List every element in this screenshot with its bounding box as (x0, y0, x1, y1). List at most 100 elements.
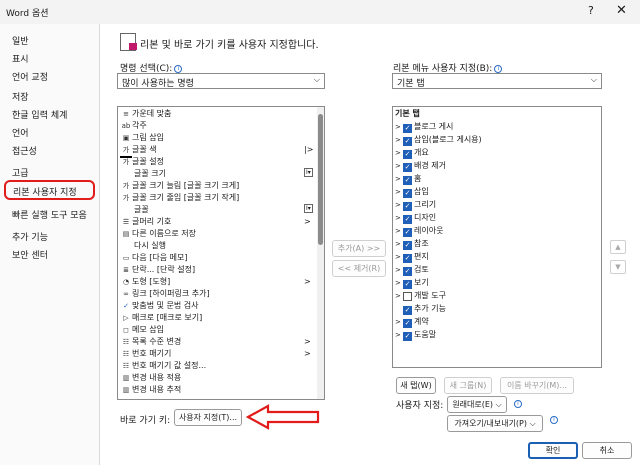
footnote-icon: ab (121, 122, 131, 130)
customize-shortcut-button[interactable]: 사용자 지정(T)... (174, 409, 242, 426)
checkbox-checked-icon[interactable]: ✓ (403, 150, 412, 159)
new-group-button[interactable]: 새 그룹(N) (444, 377, 492, 394)
list-item[interactable]: 가 글꼴 색 (120, 144, 157, 158)
tree-item[interactable]: > ✓ 도움말 (395, 328, 436, 341)
tree-item[interactable]: > ✓ 보기 (395, 276, 429, 289)
remove-button[interactable]: << 제거(R) (332, 260, 386, 277)
ribbon-tabs-tree[interactable]: 기본 탭 > ✓ 블로그 게시 > ✓ 삽입(블로그 게시용) > ✓ 개요 > ✓ 배경 제거… (392, 106, 602, 368)
bullets-icon: ☰ (122, 218, 130, 226)
help-icon[interactable]: ? (588, 4, 594, 17)
list-item[interactable]: ∞ 링크 [하이퍼링크 추가] (120, 288, 210, 300)
font-icon: 가 (122, 158, 130, 166)
tree-item[interactable]: > ✓ 검토 (395, 263, 429, 276)
scrollbar-thumb[interactable] (318, 114, 323, 245)
sidebar-item-addins[interactable]: 추가 기능 (12, 230, 48, 243)
checkbox-checked-icon[interactable]: ✓ (403, 124, 412, 133)
new-tab-button[interactable]: 새 탭(W) (396, 377, 436, 394)
commands-dropdown[interactable]: 많이 사용하는 명령 ⌵ (117, 73, 325, 89)
tree-item[interactable]: >✓개발 도구 (395, 289, 446, 302)
checkbox-checked-icon[interactable]: ✓ (403, 215, 412, 224)
checkbox-checked-icon[interactable]: ✓ (403, 319, 412, 328)
sidebar-item-save[interactable]: 저장 (12, 90, 29, 103)
tree-item[interactable]: > ✓ 레이아웃 (395, 224, 443, 237)
window-title: Word 옵션 (6, 9, 49, 19)
sidebar-item-general[interactable]: 일반 (12, 34, 29, 47)
list-item[interactable]: 가 글꼴 설정 (120, 156, 164, 168)
page-heading: 리본 및 바로 가기 키를 사용자 지정합니다. (140, 40, 319, 51)
cancel-button[interactable]: 취소 (582, 442, 632, 459)
checkbox-checked-icon[interactable]: ✓ (403, 280, 412, 289)
sidebar-item-quick-access[interactable]: 빠른 실행 도구 모음 (12, 208, 87, 221)
tree-item[interactable]: > ✓ 삽입 (395, 185, 429, 198)
move-up-button[interactable]: ▲ (610, 240, 626, 254)
chevron-right-icon[interactable]: > (395, 329, 403, 342)
tree-item[interactable]: > ✓ 홈 (395, 172, 421, 185)
list-item[interactable]: ▥ 변경 내용 추적 (120, 384, 182, 396)
ok-button[interactable]: 확인 (528, 442, 578, 459)
list-item[interactable]: ◔ 도형 [도형] (120, 276, 170, 288)
list-item[interactable]: 다시 실행 (134, 240, 166, 252)
sidebar-item-proofing[interactable]: 언어 교정 (12, 70, 48, 83)
checkbox-checked-icon[interactable]: ✓ (403, 241, 412, 250)
import-export-dropdown[interactable]: 가져오기/내보내기(P) ⌵ (447, 415, 543, 432)
list-item[interactable]: ≡ 가운데 맞춤 (120, 108, 171, 120)
tree-item[interactable]: > ✓ 블로그 게시 (395, 120, 453, 133)
checkbox-checked-icon[interactable]: ✓ (403, 306, 412, 315)
list-item[interactable]: 글꼴 (134, 204, 149, 216)
checkbox-checked-icon[interactable]: ✓ (403, 163, 412, 172)
checkbox-checked-icon[interactable]: ✓ (403, 254, 412, 263)
list-item[interactable]: 글꼴 크기 (134, 168, 166, 180)
chevron-down-icon: ⌵ (313, 75, 320, 84)
tree-item[interactable]: > ✓ 디자인 (395, 211, 436, 224)
tree-item[interactable]: > ✓ 삽입(블로그 게시용) (395, 133, 482, 146)
sidebar-item-accessibility[interactable]: 접근성 (12, 144, 37, 157)
sidebar-item-advanced[interactable]: 고급 (12, 166, 29, 179)
list-item[interactable]: ▥ 변경 내용 적용 (120, 372, 182, 384)
checkbox-checked-icon[interactable]: ✓ (403, 202, 412, 211)
add-button[interactable]: 추가(A) >> (332, 240, 386, 257)
list-item[interactable]: ☷ 목록 수준 변경 (120, 336, 181, 348)
info-icon: i (514, 400, 522, 408)
list-item[interactable]: ☷ 번호 매기기 (120, 348, 171, 360)
sidebar-item-customize-ribbon[interactable]: 리본 사용자 지정 (4, 180, 95, 200)
tree-item[interactable]: > ✓ 편지 (395, 250, 429, 263)
close-icon[interactable]: ✕ (616, 3, 627, 18)
list-item[interactable]: ◻ 메모 삽입 (120, 324, 164, 336)
list-item[interactable]: 가 글꼴 크기 늘림 [글꼴 크기 크게] (120, 180, 240, 192)
checkbox-checked-icon[interactable]: ✓ (403, 267, 412, 276)
checkbox-checked-icon[interactable]: ✓ (403, 176, 412, 185)
sidebar-item-trust-center[interactable]: 보안 센터 (12, 248, 48, 261)
checkbox-unchecked-icon[interactable]: ✓ (403, 292, 412, 301)
commands-list[interactable]: ≡ 가운데 맞춤 ab 각주 ▣ 그림 삽입 가 글꼴 색 |> 가 글꼴 설정 글꼴 크… (117, 106, 325, 400)
move-down-button[interactable]: ▼ (610, 260, 626, 274)
tree-item[interactable]: > ✓ 개요 (395, 146, 429, 159)
sidebar-item-language[interactable]: 언어 (12, 126, 29, 139)
list-item[interactable]: ▭ 다음 [다음 메모] (120, 252, 188, 264)
list-item[interactable]: ▤ 다른 이름으로 저장 (120, 228, 196, 240)
rename-button[interactable]: 이름 바꾸기(M)... (500, 377, 574, 394)
list-item[interactable]: ▣ 그림 삽입 (120, 132, 164, 144)
reset-dropdown[interactable]: 원래대로(E) ⌵ (447, 396, 507, 413)
tree-item[interactable]: > ✓ 배경 제거 (395, 159, 446, 172)
list-item[interactable]: ab 각주 (120, 120, 147, 132)
checkbox-checked-icon[interactable]: ✓ (403, 189, 412, 198)
tree-item[interactable]: > ✓ 참조 (395, 237, 429, 250)
tree-item[interactable]: ✓ 추가 기능 (395, 302, 446, 315)
tree-item[interactable]: > ✓ 계약 (395, 315, 429, 328)
shrink-font-icon: 가 (122, 194, 130, 202)
sidebar-item-korean-input[interactable]: 한글 입력 체계 (12, 108, 67, 121)
ribbon-tabs-dropdown[interactable]: 기본 탭 ⌵ (392, 73, 602, 89)
tree-item[interactable]: > ✓ 그리기 (395, 198, 436, 211)
list-item[interactable]: ▷ 매크로 [매크로 보기] (120, 312, 202, 324)
list-item[interactable]: 가 글꼴 크기 줄임 [글꼴 크기 작게] (120, 192, 240, 204)
sidebar-item-display[interactable]: 표시 (12, 52, 29, 65)
list-item[interactable]: ☷ 번호 매기기 값 설정... (120, 360, 206, 372)
list-item[interactable]: ☰ 글머리 기호 (120, 216, 171, 228)
list-item[interactable]: ✓ 맞춤법 및 문법 검사 (120, 300, 198, 312)
commands-scrollbar[interactable] (317, 107, 324, 399)
submenu-arrow-icon: > (304, 349, 311, 358)
checkbox-checked-icon[interactable]: ✓ (403, 228, 412, 237)
checkbox-checked-icon[interactable]: ✓ (403, 332, 412, 341)
list-item[interactable]: ≣ 단락... [단락 설정] (120, 264, 195, 276)
checkbox-checked-icon[interactable]: ✓ (403, 137, 412, 146)
